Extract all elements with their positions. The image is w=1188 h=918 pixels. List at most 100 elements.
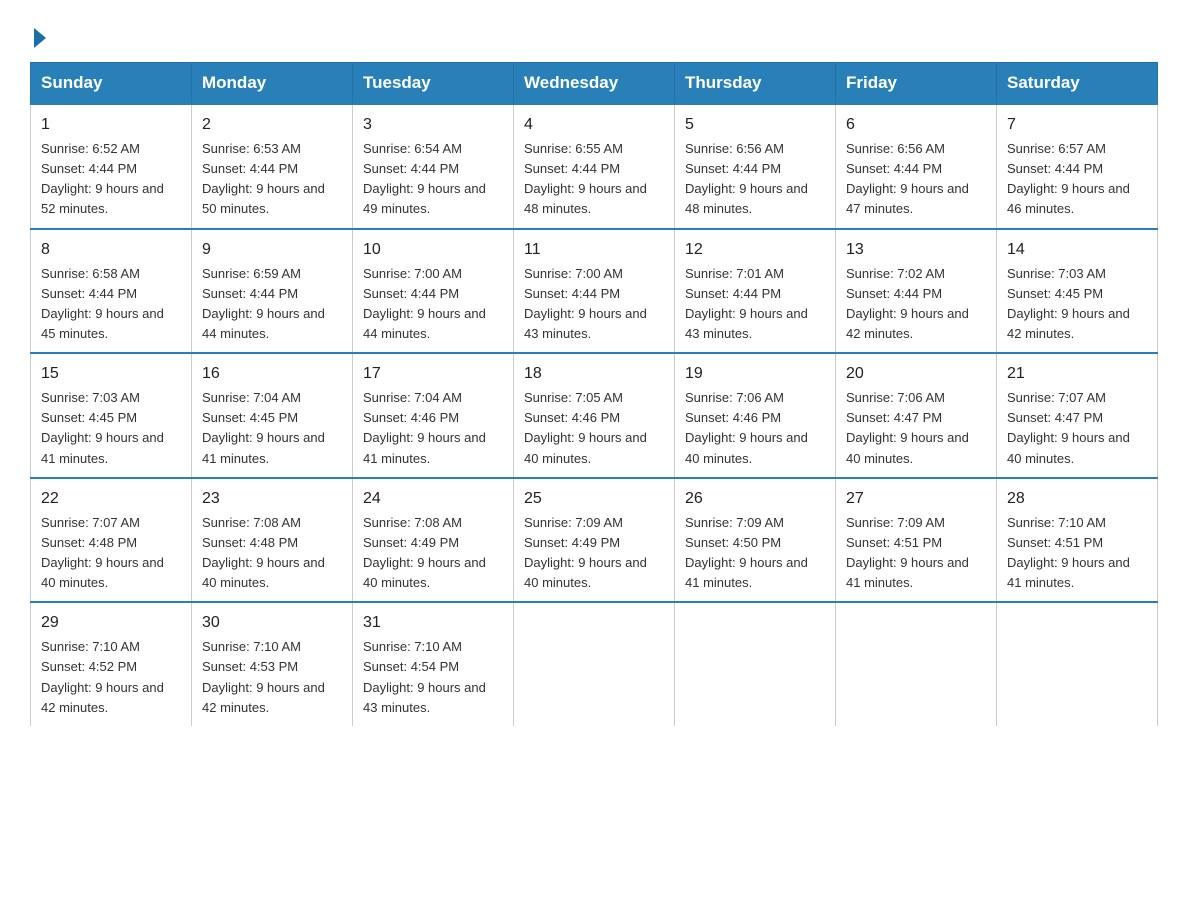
day-info: Sunrise: 7:06 AMSunset: 4:47 PMDaylight:…	[846, 388, 986, 469]
weekday-header-thursday: Thursday	[675, 63, 836, 105]
day-number: 27	[846, 487, 986, 511]
day-info: Sunrise: 7:08 AMSunset: 4:49 PMDaylight:…	[363, 513, 503, 594]
calendar-cell: 16Sunrise: 7:04 AMSunset: 4:45 PMDayligh…	[192, 353, 353, 478]
calendar-cell: 10Sunrise: 7:00 AMSunset: 4:44 PMDayligh…	[353, 229, 514, 354]
weekday-header-sunday: Sunday	[31, 63, 192, 105]
week-row-5: 29Sunrise: 7:10 AMSunset: 4:52 PMDayligh…	[31, 602, 1158, 726]
calendar-cell: 9Sunrise: 6:59 AMSunset: 4:44 PMDaylight…	[192, 229, 353, 354]
day-info: Sunrise: 7:07 AMSunset: 4:47 PMDaylight:…	[1007, 388, 1147, 469]
logo	[30, 26, 46, 44]
calendar-cell: 21Sunrise: 7:07 AMSunset: 4:47 PMDayligh…	[997, 353, 1158, 478]
day-number: 4	[524, 113, 664, 137]
week-row-2: 8Sunrise: 6:58 AMSunset: 4:44 PMDaylight…	[31, 229, 1158, 354]
day-info: Sunrise: 7:04 AMSunset: 4:45 PMDaylight:…	[202, 388, 342, 469]
calendar-cell: 27Sunrise: 7:09 AMSunset: 4:51 PMDayligh…	[836, 478, 997, 603]
day-number: 20	[846, 362, 986, 386]
day-info: Sunrise: 7:10 AMSunset: 4:53 PMDaylight:…	[202, 637, 342, 718]
day-number: 12	[685, 238, 825, 262]
day-number: 22	[41, 487, 181, 511]
day-number: 11	[524, 238, 664, 262]
day-info: Sunrise: 6:52 AMSunset: 4:44 PMDaylight:…	[41, 139, 181, 220]
calendar-cell	[675, 602, 836, 726]
day-info: Sunrise: 7:07 AMSunset: 4:48 PMDaylight:…	[41, 513, 181, 594]
day-number: 7	[1007, 113, 1147, 137]
calendar-cell: 28Sunrise: 7:10 AMSunset: 4:51 PMDayligh…	[997, 478, 1158, 603]
calendar-cell: 24Sunrise: 7:08 AMSunset: 4:49 PMDayligh…	[353, 478, 514, 603]
calendar-cell: 3Sunrise: 6:54 AMSunset: 4:44 PMDaylight…	[353, 104, 514, 229]
page-header	[30, 20, 1158, 44]
day-number: 2	[202, 113, 342, 137]
calendar-cell: 8Sunrise: 6:58 AMSunset: 4:44 PMDaylight…	[31, 229, 192, 354]
week-row-1: 1Sunrise: 6:52 AMSunset: 4:44 PMDaylight…	[31, 104, 1158, 229]
day-number: 17	[363, 362, 503, 386]
calendar-table: SundayMondayTuesdayWednesdayThursdayFrid…	[30, 62, 1158, 726]
calendar-cell: 5Sunrise: 6:56 AMSunset: 4:44 PMDaylight…	[675, 104, 836, 229]
day-number: 9	[202, 238, 342, 262]
calendar-cell: 20Sunrise: 7:06 AMSunset: 4:47 PMDayligh…	[836, 353, 997, 478]
day-number: 14	[1007, 238, 1147, 262]
day-info: Sunrise: 7:10 AMSunset: 4:51 PMDaylight:…	[1007, 513, 1147, 594]
calendar-cell: 26Sunrise: 7:09 AMSunset: 4:50 PMDayligh…	[675, 478, 836, 603]
weekday-header-wednesday: Wednesday	[514, 63, 675, 105]
weekday-header-friday: Friday	[836, 63, 997, 105]
day-number: 31	[363, 611, 503, 635]
day-number: 15	[41, 362, 181, 386]
day-number: 19	[685, 362, 825, 386]
day-info: Sunrise: 7:02 AMSunset: 4:44 PMDaylight:…	[846, 264, 986, 345]
calendar-cell: 12Sunrise: 7:01 AMSunset: 4:44 PMDayligh…	[675, 229, 836, 354]
calendar-cell: 2Sunrise: 6:53 AMSunset: 4:44 PMDaylight…	[192, 104, 353, 229]
day-info: Sunrise: 7:10 AMSunset: 4:54 PMDaylight:…	[363, 637, 503, 718]
weekday-header-row: SundayMondayTuesdayWednesdayThursdayFrid…	[31, 63, 1158, 105]
day-info: Sunrise: 7:10 AMSunset: 4:52 PMDaylight:…	[41, 637, 181, 718]
day-info: Sunrise: 7:00 AMSunset: 4:44 PMDaylight:…	[363, 264, 503, 345]
day-number: 18	[524, 362, 664, 386]
calendar-cell: 15Sunrise: 7:03 AMSunset: 4:45 PMDayligh…	[31, 353, 192, 478]
day-number: 13	[846, 238, 986, 262]
day-info: Sunrise: 7:09 AMSunset: 4:50 PMDaylight:…	[685, 513, 825, 594]
calendar-cell: 23Sunrise: 7:08 AMSunset: 4:48 PMDayligh…	[192, 478, 353, 603]
calendar-cell: 14Sunrise: 7:03 AMSunset: 4:45 PMDayligh…	[997, 229, 1158, 354]
calendar-cell	[997, 602, 1158, 726]
day-info: Sunrise: 7:09 AMSunset: 4:49 PMDaylight:…	[524, 513, 664, 594]
day-info: Sunrise: 6:58 AMSunset: 4:44 PMDaylight:…	[41, 264, 181, 345]
day-info: Sunrise: 7:05 AMSunset: 4:46 PMDaylight:…	[524, 388, 664, 469]
day-info: Sunrise: 6:53 AMSunset: 4:44 PMDaylight:…	[202, 139, 342, 220]
day-number: 24	[363, 487, 503, 511]
day-number: 21	[1007, 362, 1147, 386]
day-number: 30	[202, 611, 342, 635]
day-number: 1	[41, 113, 181, 137]
day-info: Sunrise: 6:56 AMSunset: 4:44 PMDaylight:…	[685, 139, 825, 220]
day-info: Sunrise: 6:55 AMSunset: 4:44 PMDaylight:…	[524, 139, 664, 220]
calendar-cell	[836, 602, 997, 726]
calendar-cell: 29Sunrise: 7:10 AMSunset: 4:52 PMDayligh…	[31, 602, 192, 726]
day-number: 29	[41, 611, 181, 635]
day-number: 28	[1007, 487, 1147, 511]
logo-arrow-icon	[34, 28, 46, 48]
day-number: 26	[685, 487, 825, 511]
day-number: 8	[41, 238, 181, 262]
weekday-header-monday: Monday	[192, 63, 353, 105]
day-number: 23	[202, 487, 342, 511]
calendar-cell: 7Sunrise: 6:57 AMSunset: 4:44 PMDaylight…	[997, 104, 1158, 229]
day-info: Sunrise: 7:01 AMSunset: 4:44 PMDaylight:…	[685, 264, 825, 345]
day-info: Sunrise: 7:03 AMSunset: 4:45 PMDaylight:…	[1007, 264, 1147, 345]
calendar-cell: 19Sunrise: 7:06 AMSunset: 4:46 PMDayligh…	[675, 353, 836, 478]
day-info: Sunrise: 7:03 AMSunset: 4:45 PMDaylight:…	[41, 388, 181, 469]
day-number: 3	[363, 113, 503, 137]
calendar-cell: 6Sunrise: 6:56 AMSunset: 4:44 PMDaylight…	[836, 104, 997, 229]
calendar-cell: 17Sunrise: 7:04 AMSunset: 4:46 PMDayligh…	[353, 353, 514, 478]
calendar-cell: 25Sunrise: 7:09 AMSunset: 4:49 PMDayligh…	[514, 478, 675, 603]
week-row-3: 15Sunrise: 7:03 AMSunset: 4:45 PMDayligh…	[31, 353, 1158, 478]
day-info: Sunrise: 7:08 AMSunset: 4:48 PMDaylight:…	[202, 513, 342, 594]
calendar-cell: 31Sunrise: 7:10 AMSunset: 4:54 PMDayligh…	[353, 602, 514, 726]
day-number: 5	[685, 113, 825, 137]
calendar-cell: 4Sunrise: 6:55 AMSunset: 4:44 PMDaylight…	[514, 104, 675, 229]
day-info: Sunrise: 6:59 AMSunset: 4:44 PMDaylight:…	[202, 264, 342, 345]
day-info: Sunrise: 6:54 AMSunset: 4:44 PMDaylight:…	[363, 139, 503, 220]
day-info: Sunrise: 7:06 AMSunset: 4:46 PMDaylight:…	[685, 388, 825, 469]
weekday-header-tuesday: Tuesday	[353, 63, 514, 105]
day-number: 25	[524, 487, 664, 511]
calendar-cell: 22Sunrise: 7:07 AMSunset: 4:48 PMDayligh…	[31, 478, 192, 603]
day-number: 16	[202, 362, 342, 386]
calendar-cell	[514, 602, 675, 726]
